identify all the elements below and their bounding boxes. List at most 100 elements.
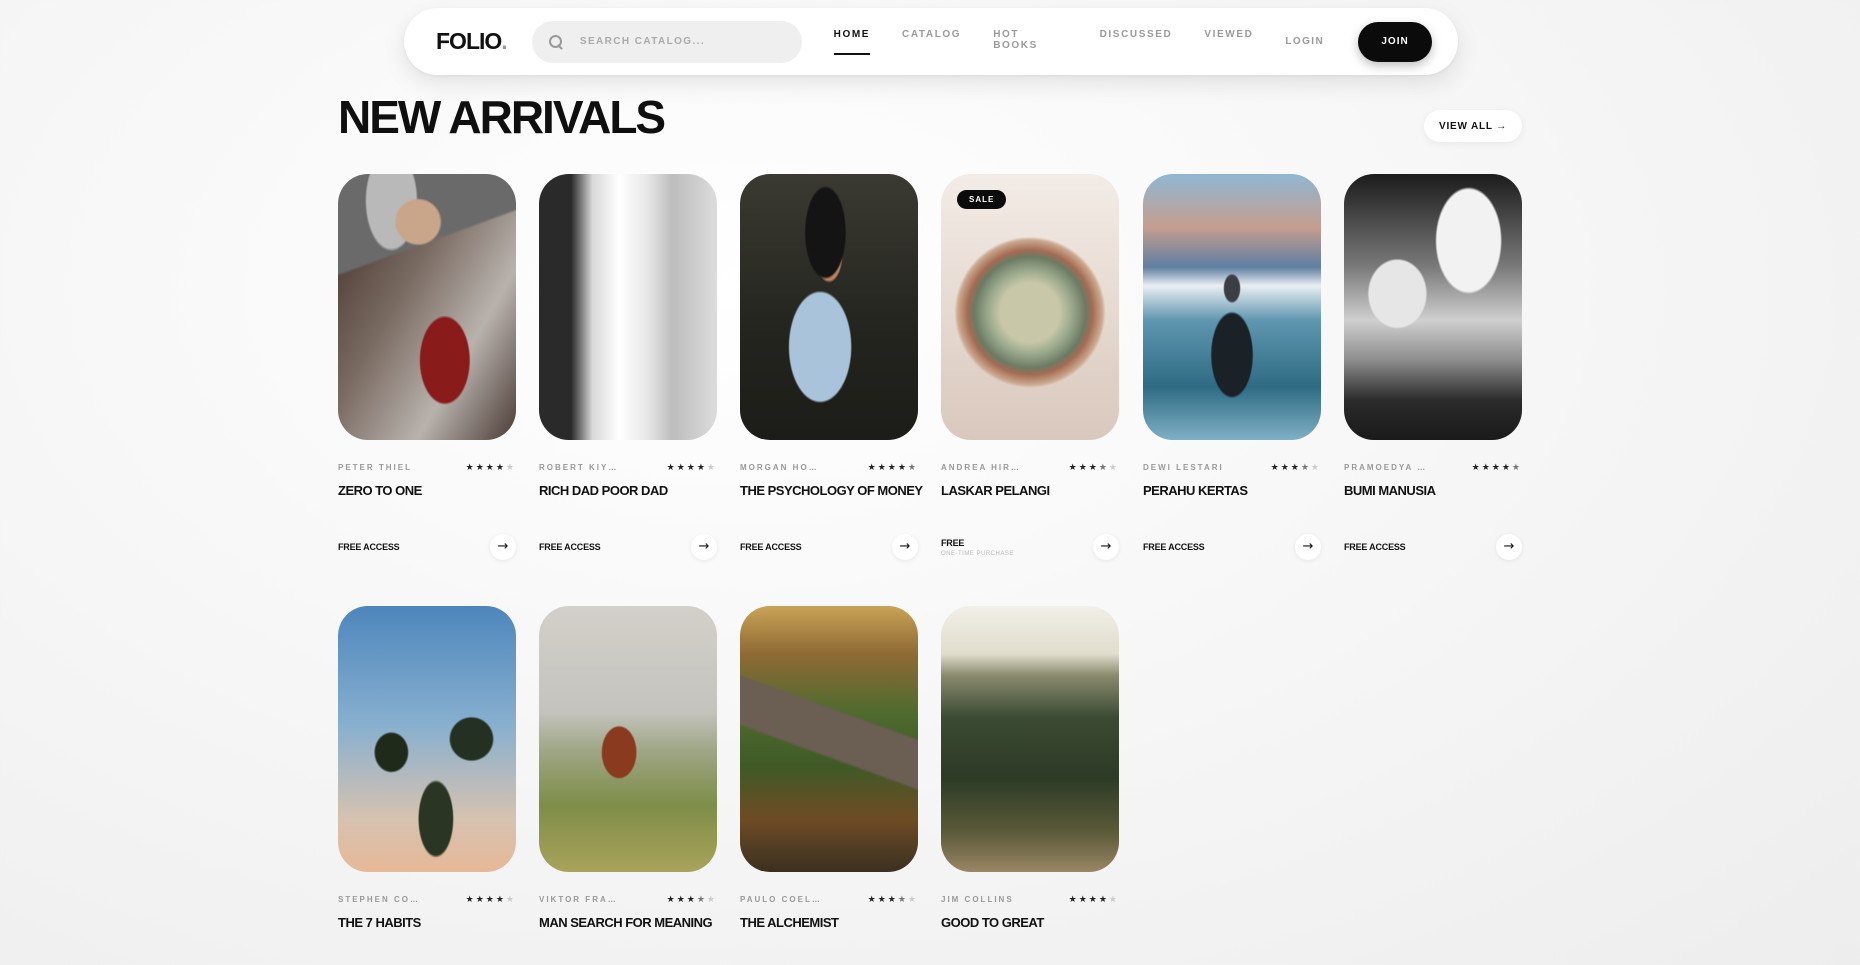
nav-link-viewed[interactable]: VIEWED bbox=[1204, 29, 1253, 55]
star-icon: ★ bbox=[887, 462, 898, 472]
star-icon: ★ bbox=[897, 894, 908, 904]
star-icon: ★ bbox=[877, 894, 888, 904]
access-text: FREE ACCESS bbox=[539, 542, 601, 552]
access-label: FREE ACCESS bbox=[1143, 542, 1205, 552]
book-card[interactable]: PRAMOEDYA … ★★★★★ BUMI MANUSIA FREE ACCESS → bbox=[1344, 174, 1522, 574]
book-meta: PRAMOEDYA … ★★★★★ bbox=[1344, 462, 1522, 473]
book-cover-image[interactable] bbox=[539, 606, 717, 872]
book-cover-image[interactable] bbox=[740, 174, 918, 440]
search-bar[interactable] bbox=[531, 20, 802, 63]
book-meta: JIM COLLINS ★★★★★ bbox=[941, 894, 1119, 905]
book-card[interactable]: SALE ANDREA HIR… ★★★★★ LASKAR PELANGI FREE ON… bbox=[941, 174, 1119, 574]
access-label: FREE ACCESS bbox=[539, 542, 601, 552]
book-cover-image[interactable] bbox=[1344, 174, 1522, 440]
star-icon: ★ bbox=[907, 462, 918, 472]
access-label: FREE ACCESS bbox=[1344, 542, 1406, 552]
access-text: FREE ACCESS bbox=[338, 542, 400, 552]
star-icon: ★ bbox=[1098, 894, 1109, 904]
arrow-right-icon: → bbox=[698, 539, 710, 554]
access-text: FREE ACCESS bbox=[1143, 542, 1205, 552]
logo[interactable]: FOLIO. bbox=[436, 28, 516, 55]
star-rating: ★★★★★ bbox=[1472, 462, 1522, 473]
book-card[interactable]: STEPHEN CO… ★★★★★ THE 7 HABITS bbox=[338, 606, 516, 965]
search-input[interactable] bbox=[579, 36, 780, 47]
book-cover-image[interactable]: SALE bbox=[941, 174, 1119, 440]
nav-link-home[interactable]: HOME bbox=[833, 29, 871, 55]
book-meta: ANDREA HIR… ★★★★★ bbox=[941, 462, 1119, 473]
star-icon: ★ bbox=[897, 462, 908, 472]
star-icon: ★ bbox=[1491, 462, 1502, 472]
star-icon: ★ bbox=[495, 894, 506, 904]
open-book-button[interactable]: → bbox=[490, 534, 516, 560]
star-icon: ★ bbox=[1088, 462, 1099, 472]
book-title[interactable]: PERAHU KERTAS bbox=[1143, 483, 1321, 498]
book-title[interactable]: THE ALCHEMIST bbox=[740, 915, 918, 930]
book-card[interactable]: PETER THIEL ★★★★★ ZERO TO ONE FREE ACCESS → bbox=[338, 174, 516, 574]
book-cover-image[interactable] bbox=[539, 174, 717, 440]
book-card[interactable]: JIM COLLINS ★★★★★ GOOD TO GREAT bbox=[941, 606, 1119, 965]
arrow-right-icon: → bbox=[497, 539, 509, 554]
star-icon: ★ bbox=[1078, 462, 1089, 472]
star-icon: ★ bbox=[686, 894, 697, 904]
star-icon: ★ bbox=[465, 894, 476, 904]
join-button[interactable]: JOIN bbox=[1358, 21, 1432, 62]
book-title[interactable]: LASKAR PELANGI bbox=[941, 483, 1119, 498]
access-row: FREE ACCESS → bbox=[338, 534, 516, 560]
book-meta: PAULO COEL… ★★★★★ bbox=[740, 894, 918, 905]
book-cover-image[interactable] bbox=[338, 174, 516, 440]
star-icon: ★ bbox=[505, 894, 516, 904]
star-icon: ★ bbox=[1471, 462, 1482, 472]
open-book-button[interactable]: → bbox=[1295, 534, 1321, 560]
view-all-button[interactable]: VIEW ALL → bbox=[1424, 110, 1522, 142]
book-card[interactable]: PAULO COEL… ★★★★★ THE ALCHEMIST bbox=[740, 606, 918, 965]
open-book-button[interactable]: → bbox=[691, 534, 717, 560]
nav-link-hot-books[interactable]: HOT BOOKS bbox=[993, 29, 1067, 55]
book-title[interactable]: THE 7 HABITS bbox=[338, 915, 516, 930]
nav-link-discussed[interactable]: DISCUSSED bbox=[1100, 29, 1173, 55]
book-cover-image[interactable] bbox=[740, 606, 918, 872]
book-meta: STEPHEN CO… ★★★★★ bbox=[338, 894, 516, 905]
book-author: DEWI LESTARI bbox=[1143, 463, 1224, 472]
access-row: FREE ACCESS → bbox=[539, 534, 717, 560]
access-row: FREE ACCESS → bbox=[740, 534, 918, 560]
book-meta: MORGAN HO… ★★★★★ bbox=[740, 462, 918, 473]
book-cover-image[interactable] bbox=[941, 606, 1119, 872]
book-title[interactable]: GOOD TO GREAT bbox=[941, 915, 1119, 930]
access-label: FREE ONE-TIME PURCHASE bbox=[941, 538, 1014, 557]
top-navbar: FOLIO. HOME CATALOG HOT BOOKS DISCUSSED … bbox=[404, 8, 1458, 75]
book-meta: ROBERT KIY… ★★★★★ bbox=[539, 462, 717, 473]
book-title[interactable]: ZERO TO ONE bbox=[338, 483, 516, 498]
book-cover-image[interactable] bbox=[338, 606, 516, 872]
star-icon: ★ bbox=[1481, 462, 1492, 472]
open-book-button[interactable]: → bbox=[1496, 534, 1522, 560]
book-title[interactable]: THE PSYCHOLOGY OF MONEY bbox=[740, 483, 923, 498]
open-book-button[interactable]: → bbox=[1093, 534, 1119, 560]
star-rating: ★★★★★ bbox=[1271, 462, 1321, 473]
book-card[interactable]: MORGAN HO… ★★★★★ THE PSYCHOLOGY OF MONEY FR… bbox=[740, 174, 923, 574]
login-link[interactable]: LOGIN bbox=[1285, 36, 1324, 47]
arrow-right-icon: → bbox=[1302, 539, 1314, 554]
star-icon: ★ bbox=[887, 894, 898, 904]
star-icon: ★ bbox=[666, 894, 677, 904]
star-icon: ★ bbox=[475, 462, 486, 472]
search-icon bbox=[548, 34, 564, 50]
star-icon: ★ bbox=[696, 462, 707, 472]
star-icon: ★ bbox=[1290, 462, 1301, 472]
book-cover-image[interactable] bbox=[1143, 174, 1321, 440]
book-title[interactable]: MAN SEARCH FOR MEANING bbox=[539, 915, 717, 930]
star-icon: ★ bbox=[1068, 462, 1079, 472]
book-card[interactable]: ROBERT KIY… ★★★★★ RICH DAD POOR DAD FREE AC… bbox=[539, 174, 717, 574]
book-author: ANDREA HIR… bbox=[941, 463, 1021, 472]
book-title[interactable]: BUMI MANUSIA bbox=[1344, 483, 1522, 498]
star-icon: ★ bbox=[1300, 462, 1311, 472]
star-icon: ★ bbox=[485, 462, 496, 472]
star-icon: ★ bbox=[1511, 462, 1522, 472]
book-title[interactable]: RICH DAD POOR DAD bbox=[539, 483, 717, 498]
book-card[interactable]: VIKTOR FRA… ★★★★★ MAN SEARCH FOR MEANING bbox=[539, 606, 717, 965]
book-card[interactable]: DEWI LESTARI ★★★★★ PERAHU KERTAS FREE ACCES… bbox=[1143, 174, 1321, 574]
open-book-button[interactable]: → bbox=[892, 534, 918, 560]
star-icon: ★ bbox=[1501, 462, 1512, 472]
book-author: PAULO COEL… bbox=[740, 895, 822, 904]
book-author: PRAMOEDYA … bbox=[1344, 463, 1428, 472]
nav-link-catalog[interactable]: CATALOG bbox=[902, 29, 961, 55]
